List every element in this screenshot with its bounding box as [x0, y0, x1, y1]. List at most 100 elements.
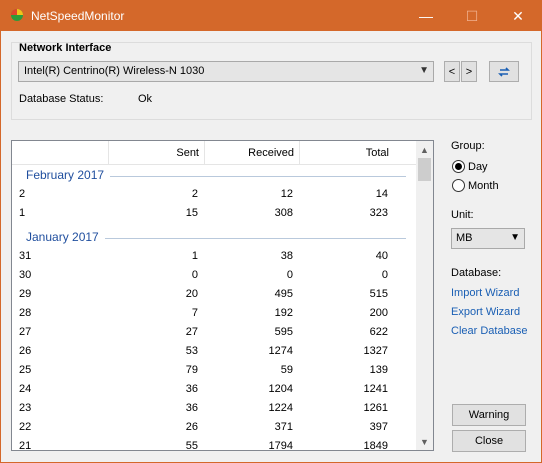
cell-total: 0	[381, 269, 388, 281]
cell-day: 28	[19, 307, 32, 319]
scroll-up-icon[interactable]: ▲	[416, 141, 433, 158]
table-row[interactable]: 27 27 595 622	[12, 324, 416, 343]
group-header-label: February 2017	[26, 168, 105, 182]
cell-total: 40	[375, 250, 388, 262]
import-wizard-link[interactable]: Import Wizard	[451, 287, 519, 299]
radio-day[interactable]: Day	[452, 160, 488, 173]
radio-indicator	[452, 160, 465, 173]
next-interface-button[interactable]: >	[461, 61, 477, 82]
cell-received: 1204	[268, 383, 293, 395]
cell-total: 200	[369, 307, 388, 319]
cell-day: 24	[19, 383, 32, 395]
warning-button[interactable]: Warning	[452, 404, 526, 426]
cell-received: 1274	[268, 345, 293, 357]
header-total[interactable]: Total	[299, 141, 394, 165]
radio-month[interactable]: Month	[452, 179, 499, 192]
cell-sent: 0	[191, 269, 198, 281]
cell-received: 38	[280, 250, 293, 262]
cell-received: 595	[274, 326, 293, 338]
cell-received: 1794	[268, 440, 293, 451]
interface-select[interactable]: Intel(R) Centrino(R) Wireless-N 1030 ▼	[18, 61, 434, 82]
cell-total: 1849	[363, 440, 388, 451]
cell-day: 31	[19, 250, 32, 262]
cell-sent: 2	[191, 188, 198, 200]
group-divider	[105, 238, 406, 239]
cell-received: 371	[274, 421, 293, 433]
radio-month-label: Month	[468, 179, 499, 192]
cell-total: 622	[369, 326, 388, 338]
table-row[interactable]: 30 0 0 0	[12, 267, 416, 286]
cell-day: 30	[19, 269, 32, 281]
cell-sent: 79	[185, 364, 198, 376]
cell-received: 308	[274, 207, 293, 219]
list-header: Sent Received Total	[12, 141, 416, 165]
cell-received: 1224	[268, 402, 293, 414]
cell-received: 12	[280, 188, 293, 200]
cell-day: 27	[19, 326, 32, 338]
table-row[interactable]: 29 20 495 515	[12, 286, 416, 305]
minimize-button[interactable]: —	[403, 1, 449, 31]
unit-label: Unit:	[451, 209, 474, 221]
cell-total: 1241	[363, 383, 388, 395]
cell-sent: 53	[185, 345, 198, 357]
group-header[interactable]: January 2017	[12, 227, 416, 247]
table-row[interactable]: 24 36 1204 1241	[12, 381, 416, 400]
cell-day: 22	[19, 421, 32, 433]
database-label: Database:	[451, 267, 502, 279]
radio-indicator	[452, 179, 465, 192]
table-row[interactable]: 26 53 1274 1327	[12, 343, 416, 362]
table-row[interactable]: 23 36 1224 1261	[12, 400, 416, 419]
refresh-icon	[498, 66, 510, 77]
table-row[interactable]: 28 7 192 200	[12, 305, 416, 324]
cell-received: 192	[274, 307, 293, 319]
app-icon	[11, 9, 23, 21]
scroll-thumb[interactable]	[418, 158, 431, 181]
header-sent[interactable]: Sent	[108, 141, 204, 165]
table-row[interactable]: 31 1 38 40	[12, 248, 416, 267]
cell-total: 515	[369, 288, 388, 300]
refresh-button[interactable]	[489, 61, 519, 82]
db-status-label: Database Status:	[19, 93, 104, 105]
network-interface-title: Network Interface	[19, 42, 112, 54]
cell-sent: 26	[185, 421, 198, 433]
cell-day: 26	[19, 345, 32, 357]
header-received[interactable]: Received	[204, 141, 299, 165]
scrollbar[interactable]: ▲ ▼	[416, 141, 433, 450]
table-row[interactable]: 1 15 308 323	[12, 205, 416, 224]
cell-day: 1	[19, 207, 26, 219]
cell-day: 23	[19, 402, 32, 414]
table-row[interactable]: 21 55 1794 1849	[12, 438, 416, 451]
maximize-button[interactable]: ☐	[449, 1, 495, 31]
cell-total: 397	[369, 421, 388, 433]
table-row[interactable]: 2 2 12 14	[12, 186, 416, 205]
traffic-list[interactable]: Sent Received Total February 2017 2 2 12 14 1…	[11, 140, 434, 451]
cell-total: 323	[369, 207, 388, 219]
title-bar[interactable]: NetSpeedMonitor — ☐ ✕	[1, 1, 541, 31]
cell-total: 1327	[363, 345, 388, 357]
unit-select[interactable]: MB ▼	[451, 228, 525, 249]
group-divider	[110, 176, 406, 177]
group-header[interactable]: February 2017	[12, 165, 416, 185]
clear-database-link[interactable]: Clear Database	[451, 325, 527, 337]
group-header-label: January 2017	[26, 230, 99, 244]
scroll-down-icon[interactable]: ▼	[416, 433, 433, 450]
cell-sent: 36	[185, 383, 198, 395]
cell-sent: 27	[185, 326, 198, 338]
export-wizard-link[interactable]: Export Wizard	[451, 306, 520, 318]
cell-sent: 7	[191, 307, 198, 319]
cell-day: 25	[19, 364, 32, 376]
chevron-down-icon: ▼	[419, 65, 429, 76]
cell-sent: 36	[185, 402, 198, 414]
cell-sent: 20	[185, 288, 198, 300]
table-row[interactable]: 25 79 59 139	[12, 362, 416, 381]
cell-received: 59	[280, 364, 293, 376]
prev-interface-button[interactable]: <	[444, 61, 460, 82]
cell-day: 21	[19, 440, 32, 451]
cell-total: 139	[369, 364, 388, 376]
cell-total: 1261	[363, 402, 388, 414]
cell-received: 0	[286, 269, 293, 281]
table-row[interactable]: 22 26 371 397	[12, 419, 416, 438]
close-window-button[interactable]: ✕	[495, 1, 541, 31]
db-status-value: Ok	[138, 93, 153, 105]
close-button[interactable]: Close	[452, 430, 526, 452]
